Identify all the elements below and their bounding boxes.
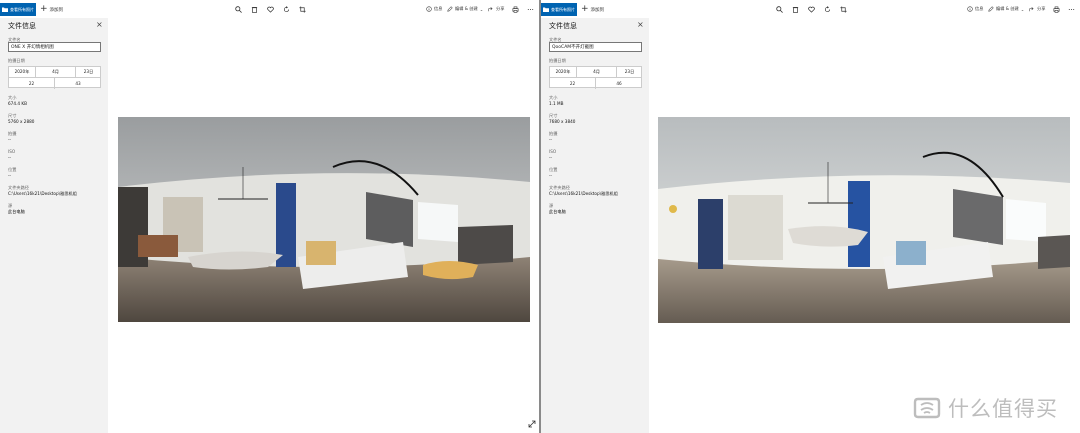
dimensions-value: 5760 x 2880: [8, 119, 35, 124]
smzdm-logo-icon: [913, 397, 941, 419]
hour-cell[interactable]: 22: [550, 78, 596, 89]
minute-cell[interactable]: 43: [55, 78, 101, 89]
month-cell[interactable]: 4月: [36, 67, 76, 78]
photo-toolbar: 查看所有照片 + 添加到 信息 编辑 & 创建 ⌄ 分享: [0, 0, 539, 18]
share-icon: [488, 7, 493, 12]
share-label: 分享: [1037, 6, 1046, 11]
dimensions-value: 7680 x 3840: [549, 119, 576, 124]
more-icon[interactable]: [1067, 5, 1075, 13]
day-cell[interactable]: 23日: [617, 67, 642, 78]
info-icon: [426, 6, 432, 12]
date-picker[interactable]: 2020年 4月 23日 22 46: [549, 66, 642, 89]
chevron-down-icon: ⌄: [1020, 6, 1025, 12]
view-all-photos-label: 查看所有照片: [10, 6, 34, 12]
iso-value: --: [549, 155, 553, 160]
plus-icon: +: [581, 4, 589, 14]
panel-title: 文件信息: [8, 22, 36, 30]
photo-toolbar: 查看所有照片 + 添加到 信息 编辑 & 创建 ⌄ 分享: [541, 0, 1080, 18]
source-value: 此台电脑: [549, 209, 566, 214]
rotate-icon[interactable]: [823, 5, 831, 13]
day-cell[interactable]: 23日: [76, 67, 101, 78]
info-button[interactable]: 信息: [967, 5, 983, 13]
watermark-text: 什么值得买: [948, 397, 1058, 421]
view-all-photos-button[interactable]: 查看所有照片: [541, 3, 577, 16]
edit-create-button[interactable]: 编辑 & 创建 ⌄: [447, 5, 483, 13]
photos-window-left: 查看所有照片 + 添加到 信息 编辑 & 创建 ⌄ 分享 文件信息 × 文件名 …: [0, 0, 539, 433]
add-to-button[interactable]: + 添加到: [40, 4, 63, 15]
file-info-panel: 文件信息 × 文件名 QooCAM不开灯截图 拍摄日期 2020年 4月 23日…: [541, 18, 649, 433]
info-label: 信息: [434, 6, 443, 11]
rotate-icon[interactable]: [282, 5, 290, 13]
date-label: 拍摄日期: [8, 58, 25, 63]
folder-path-value[interactable]: C:\Users\16k21\Desktop\雅思机组: [549, 191, 618, 197]
source-value: 此台电脑: [8, 209, 25, 214]
hour-cell[interactable]: 22: [9, 78, 55, 89]
add-to-label: 添加到: [49, 7, 64, 13]
location-value: --: [549, 173, 553, 178]
panorama-photo: [118, 117, 530, 322]
year-cell[interactable]: 2020年: [550, 67, 577, 78]
share-label: 分享: [496, 6, 505, 11]
crop-icon[interactable]: [298, 5, 306, 13]
delete-icon[interactable]: [250, 5, 258, 13]
edit-create-label: 编辑 & 创建: [455, 6, 478, 11]
panel-title: 文件信息: [549, 22, 577, 30]
zoom-icon[interactable]: [234, 5, 242, 13]
file-info-panel: 文件信息 × 文件名 ONE X 开幻情相机图 拍摄日期 2020年 4月 23…: [0, 18, 108, 433]
date-picker[interactable]: 2020年 4月 23日 22 43: [8, 66, 101, 89]
date-label: 拍摄日期: [549, 58, 566, 63]
close-icon[interactable]: ×: [96, 21, 104, 29]
folder-path-value[interactable]: C:\Users\16k21\Desktop\雅思机组: [8, 191, 77, 197]
camera-value: --: [8, 137, 12, 142]
print-icon[interactable]: [511, 5, 519, 13]
favorite-icon[interactable]: [807, 5, 815, 13]
camera-value: --: [549, 137, 553, 142]
month-cell[interactable]: 4月: [577, 67, 617, 78]
view-all-photos-button[interactable]: 查看所有照片: [0, 3, 36, 16]
close-icon[interactable]: ×: [637, 21, 645, 29]
edit-icon: [988, 6, 994, 12]
view-all-photos-label: 查看所有照片: [551, 6, 575, 12]
photos-window-right: 查看所有照片 + 添加到 信息 编辑 & 创建 ⌄ 分享 文件信息 × 文件名 …: [541, 0, 1080, 433]
more-icon[interactable]: [526, 5, 534, 13]
print-icon[interactable]: [1052, 5, 1060, 13]
filename-field[interactable]: ONE X 开幻情相机图: [8, 42, 101, 52]
zoom-icon[interactable]: [775, 5, 783, 13]
info-button[interactable]: 信息: [426, 5, 442, 13]
minute-cell[interactable]: 46: [596, 78, 642, 89]
iso-label: ISO: [549, 149, 557, 154]
edit-create-label: 编辑 & 创建: [996, 6, 1019, 11]
desktop-screen: 查看所有照片 + 添加到 信息 编辑 & 创建 ⌄ 分享 文件信息 × 文件名 …: [0, 0, 1080, 433]
expand-icon[interactable]: [528, 420, 536, 428]
plus-icon: +: [40, 4, 48, 14]
crop-icon[interactable]: [839, 5, 847, 13]
iso-value: --: [8, 155, 12, 160]
share-icon: [1029, 7, 1034, 12]
smzdm-watermark: 什么值得买: [912, 393, 1058, 423]
size-value: 674.4 KB: [8, 101, 27, 106]
share-button[interactable]: 分享: [488, 5, 504, 13]
panorama-photo: [658, 117, 1070, 323]
delete-icon[interactable]: [791, 5, 799, 13]
share-button[interactable]: 分享: [1029, 5, 1045, 13]
favorite-icon[interactable]: [266, 5, 274, 13]
location-value: --: [8, 173, 12, 178]
year-cell[interactable]: 2020年: [9, 67, 36, 78]
edit-create-button[interactable]: 编辑 & 创建 ⌄: [988, 5, 1024, 13]
folder-icon: [2, 7, 8, 12]
info-label: 信息: [975, 6, 984, 11]
size-value: 1.1 MB: [549, 101, 564, 106]
chevron-down-icon: ⌄: [479, 6, 484, 12]
edit-icon: [447, 6, 453, 12]
add-to-label: 添加到: [590, 7, 605, 13]
folder-icon: [543, 7, 549, 12]
filename-field[interactable]: QooCAM不开灯截图: [549, 42, 642, 52]
iso-label: ISO: [8, 149, 16, 154]
add-to-button[interactable]: + 添加到: [581, 4, 604, 15]
info-icon: [967, 6, 973, 12]
